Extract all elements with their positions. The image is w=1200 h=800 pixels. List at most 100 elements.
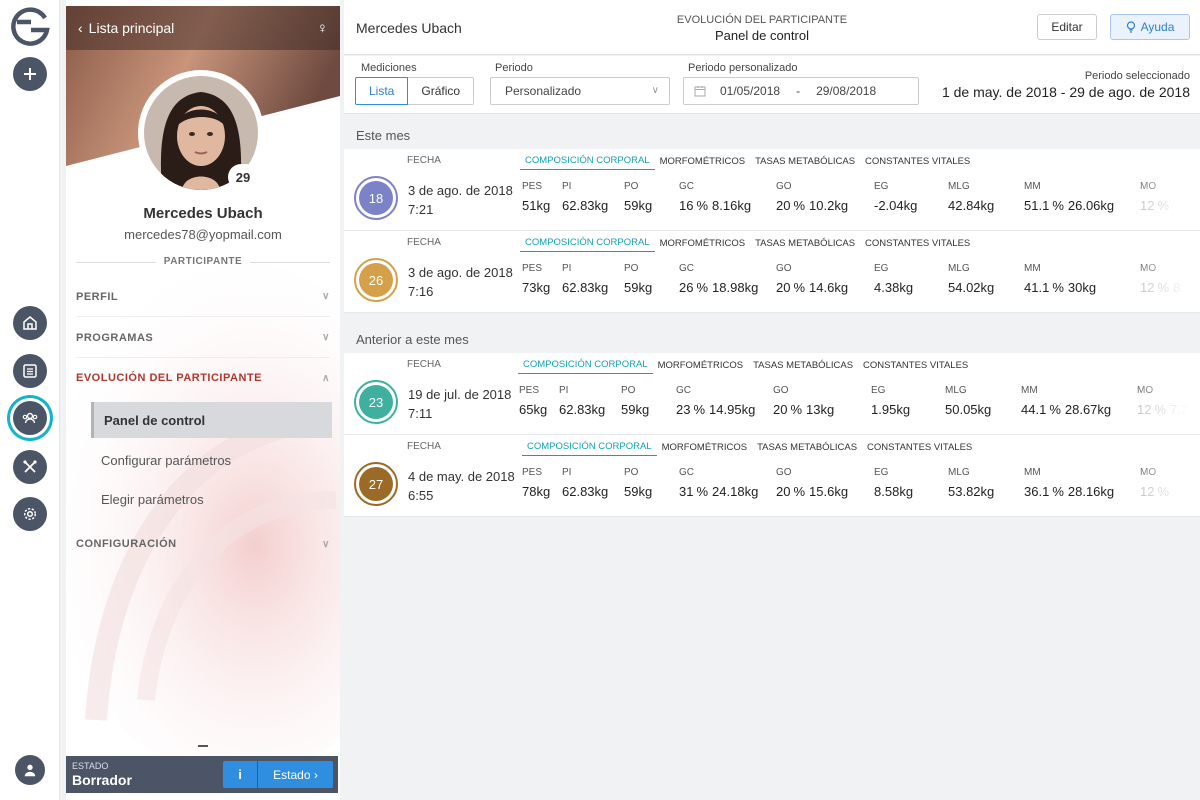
metric-value-part: 20 [776,280,791,295]
nav-item-elegir-parametros[interactable]: Elegir parámetros [91,481,332,517]
metric-value-pi: 62.83kg [562,484,608,499]
measurement-record[interactable]: FECHA COMPOSICIÓN CORPORAL MORFOMÉTRICOS TA… [344,353,1200,435]
metric-value-part: kg [536,198,551,213]
status-info-button[interactable]: i [223,761,257,788]
tab-morfometricos[interactable]: MORFOMÉTRICOS [657,438,753,456]
rail-home-button[interactable] [13,306,47,340]
female-icon: ♀ [316,19,328,37]
status-label: ESTADO [72,761,109,771]
fecha-column-header: FECHA [407,155,441,166]
filters-bar: Mediciones Lista Gráfico Periodo Persona… [344,56,1200,114]
metric-label-po: PO [621,385,636,396]
measurement-record[interactable]: FECHA COMPOSICIÓN CORPORAL MORFOMÉTRICOS TA… [344,149,1200,231]
nav-section-programas[interactable]: PROGRAMAS ∨ [76,318,330,358]
date-from: 01/05/2018 [720,84,781,98]
rail-participants-button[interactable] [13,401,47,435]
metric-value-part: 78 [522,484,537,499]
metric-value-part: % [793,484,806,499]
tab-tasas-metabolicas[interactable]: TASAS METABÓLICAS [750,152,860,170]
nav-section-label: PERFIL [76,290,119,303]
custom-period-label: Periodo personalizado [688,62,798,74]
back-to-list-link[interactable]: Lista principal [89,20,175,36]
tab-tasas-metabolicas[interactable]: TASAS METABÓLICAS [750,234,860,252]
tab-constantes-vitales[interactable]: CONSTANTES VITALES [858,356,973,374]
metric-value-part: 59 [624,484,639,499]
metric-value-part: 18.98 [712,280,745,295]
view-lista-button[interactable]: Lista [355,77,409,105]
metric-value-part: kg [594,280,609,295]
metric-label-pi: PI [562,467,572,478]
rail-settings-button[interactable] [13,497,47,531]
add-button[interactable] [13,57,47,91]
nav-section-configuracion[interactable]: CONFIGURACIÓN ∨ [76,524,330,564]
nav-section-perfil[interactable]: PERFIL ∨ [76,277,330,317]
metric-value-part: 62.83 [562,280,595,295]
tab-morfometricos[interactable]: MORFOMÉTRICOS [655,152,751,170]
tab-morfometricos[interactable]: MORFOMÉTRICOS [655,234,751,252]
nav-section-evolucion[interactable]: EVOLUCIÓN DEL PARTICIPANTE ∧ [76,358,330,398]
metric-label-mlg: MLG [948,263,970,274]
profile-top-bar: ‹ Lista principal ♀ [66,6,340,50]
tab-composicion-corporal[interactable]: COMPOSICIÓN CORPORAL [522,438,657,456]
nav-item-panel-de-control[interactable]: Panel de control [91,402,332,438]
role-label: PARTICIPANTE [76,256,330,267]
view-grafico-button[interactable]: Gráfico [408,77,475,105]
participant-name: Mercedes Ubach [143,205,263,222]
measurement-record[interactable]: FECHA COMPOSICIÓN CORPORAL MORFOMÉTRICOS TA… [344,231,1200,313]
tab-composicion-corporal[interactable]: COMPOSICIÓN CORPORAL [520,234,655,252]
metric-value-part: -2.04 [874,198,904,213]
metric-label-gc: GC [679,467,694,478]
estado-button[interactable]: Estado › [258,761,333,788]
metric-value-part: kg [834,280,849,295]
help-button[interactable]: Ayuda [1110,14,1190,40]
metric-value-mlg: 54.02kg [948,280,994,295]
tab-tasas-metabolicas[interactable]: TASAS METABÓLICAS [748,356,858,374]
record-number-badge: 26 [354,258,398,302]
record-number-badge: 23 [354,380,398,424]
tab-constantes-vitales[interactable]: CONSTANTES VITALES [862,438,977,456]
tab-composicion-corporal[interactable]: COMPOSICIÓN CORPORAL [520,152,655,170]
list-icon [23,364,37,378]
chevron-up-icon: ∧ [322,372,330,384]
date-range-input[interactable]: 01/05/2018 - 29/08/2018 [683,77,919,105]
metric-value-part: 20 [773,402,788,417]
metric-value-gc: 31% 24.18kg [679,484,758,499]
metric-value-part: 26.06 [1067,198,1101,213]
rail-list-button[interactable] [13,354,47,388]
user-account-button[interactable] [15,755,45,785]
metric-value-po: 59kg [624,280,652,295]
metric-value-mm: 44.1% 28.67kg [1021,402,1111,417]
metric-label-po: PO [624,263,639,274]
metric-value-part: 65 [519,402,534,417]
back-chevron-icon[interactable]: ‹ [78,20,83,36]
metric-value-pi: 62.83kg [559,402,605,417]
metric-value-part: % [790,402,803,417]
tab-constantes-vitales[interactable]: CONSTANTES VITALES [860,234,975,252]
edit-button[interactable]: Editar [1037,14,1097,40]
tab-tasas-metabolicas[interactable]: TASAS METABÓLICAS [752,438,862,456]
collapse-handle[interactable] [198,745,208,747]
tab-constantes-vitales[interactable]: CONSTANTES VITALES [860,152,975,170]
metric-label-mlg: MLG [945,385,967,396]
chevron-down-icon: ∨ [322,332,330,343]
metric-value-po: 59kg [621,402,649,417]
rail-tools-button[interactable] [13,450,47,484]
metric-value-part: % [696,484,709,499]
metric-value-part: % [793,198,806,213]
mediciones-label: Mediciones [361,62,417,74]
app-logo[interactable] [7,6,53,46]
metric-value-part: 51 [522,198,537,213]
periodo-select[interactable]: Personalizado ∨ [490,77,670,105]
metric-value-part: 44.1 [1021,402,1047,417]
metric-value-part: 15.6 [809,484,835,499]
metric-value-pes: 78kg [522,484,550,499]
metric-value-part: 14.95 [709,402,742,417]
tab-composicion-corporal[interactable]: COMPOSICIÓN CORPORAL [518,356,653,374]
metric-label-pes: PES [522,263,543,274]
measurement-record[interactable]: FECHA COMPOSICIÓN CORPORAL MORFOMÉTRICOS TA… [344,435,1200,517]
nav-item-configurar-parametros[interactable]: Configurar parámetros [91,442,332,478]
lightbulb-icon [1126,21,1135,33]
metric-label-gc: GC [679,263,694,274]
tab-morfometricos[interactable]: MORFOMÉTRICOS [653,356,749,374]
metric-value-part: % [793,280,806,295]
